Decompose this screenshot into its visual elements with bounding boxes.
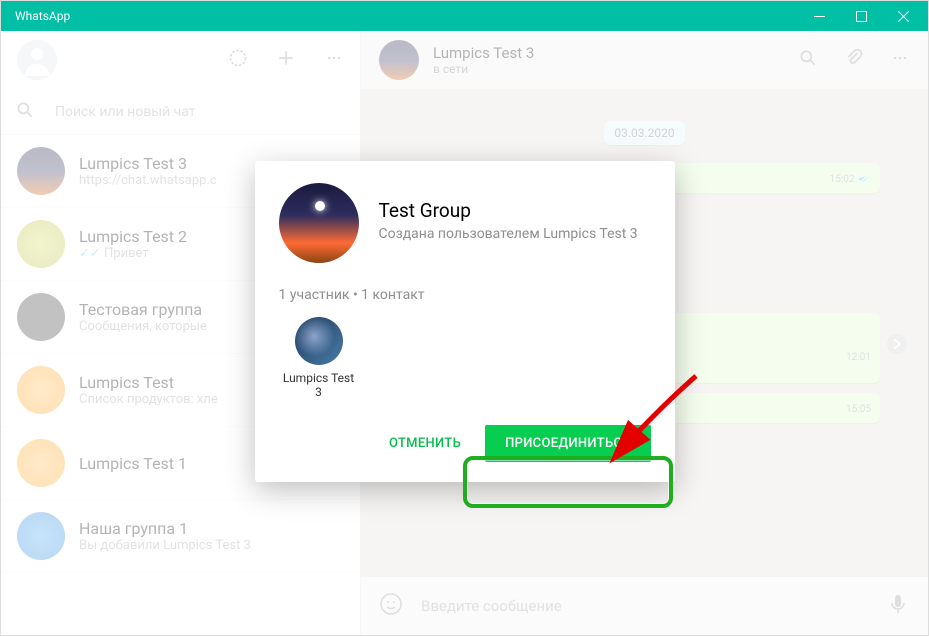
group-meta: 1 участник • 1 контакт: [279, 287, 651, 303]
participant-avatar: [295, 317, 343, 365]
group-avatar: [279, 183, 359, 263]
window-controls: [798, 1, 924, 31]
maximize-button[interactable]: [840, 1, 882, 31]
group-title: Test Group: [379, 199, 638, 222]
participant-item: Lumpics Test 3: [279, 317, 359, 399]
cancel-button[interactable]: ОТМЕНИТЬ: [375, 426, 475, 461]
window-title: WhatsApp: [15, 9, 70, 23]
close-button[interactable]: [882, 1, 924, 31]
window-titlebar: WhatsApp: [1, 1, 928, 31]
group-subtitle: Создана пользователем Lumpics Test 3: [379, 226, 638, 242]
modal-overlay[interactable]: Test Group Создана пользователем Lumpics…: [1, 31, 928, 635]
join-button[interactable]: ПРИСОЕДИНИТЬСЯ: [485, 425, 650, 462]
join-group-modal: Test Group Создана пользователем Lumpics…: [255, 161, 675, 482]
participant-name: Lumpics Test 3: [279, 371, 359, 399]
minimize-button[interactable]: [798, 1, 840, 31]
